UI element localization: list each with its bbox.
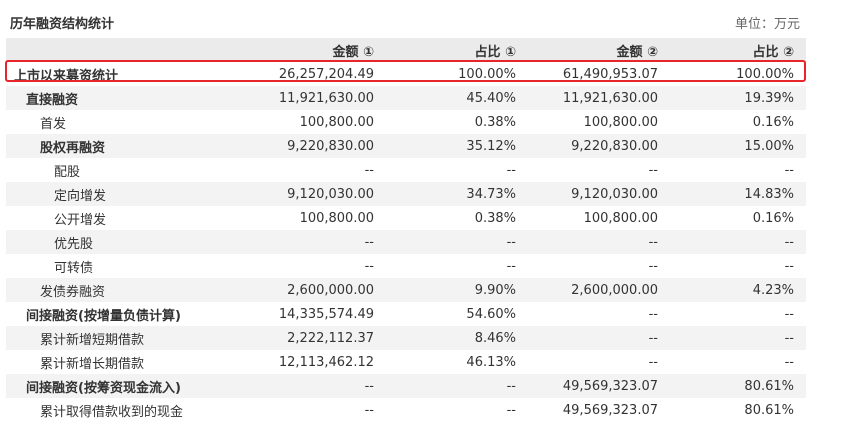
row-label: 直接融资 [26,92,79,108]
ratio-1-cell: 8.46% [474,330,516,346]
amount-1-cell: 9,120,030.00 [287,186,374,202]
amount-1-cell: 100,800.00 [299,210,374,226]
unit-label: 单位：万元 [734,17,800,32]
amount-2-cell: 49,569,323.07 [562,378,658,394]
row-label: 间接融资(按筹资现金流入) [26,380,181,396]
table-row-bond-financing: 发债券融资 2,600,000.00 9.90% 2,600,000.00 4.… [6,278,806,302]
row-label: 配股 [54,164,81,180]
ratio-1-cell: 34.73% [466,186,516,202]
ratio-1-cell: 35.12% [466,138,516,154]
amount-2-cell: -- [648,162,658,178]
ratio-1-cell: 45.40% [466,90,516,106]
amount-1-cell: 11,921,630.00 [278,90,374,106]
header-amount-2[interactable]: 金额 ② [516,41,658,60]
amount-2-cell: -- [648,330,658,346]
ratio-1-cell: 0.38% [474,210,516,226]
financing-structure-table: 金额 ① 占比 ① 金额 ② 占比 ② 上市以来募资统计 26,257,204.… [6,38,806,422]
page-title: 历年融资结构统计 [10,17,115,32]
ratio-2-cell: 19.39% [744,90,794,106]
amount-2-cell: 100,800.00 [583,114,658,130]
ratio-2-cell: 0.16% [752,210,794,226]
amount-1-cell: -- [364,234,374,250]
amount-2-cell: -- [648,354,658,370]
table-row-preferred-stock: 优先股 -- -- -- -- [6,230,806,254]
ratio-2-cell: -- [784,258,794,274]
ratio-2-cell: 80.61% [744,402,794,418]
row-label: 可转债 [54,260,94,276]
ratio-1-cell: 46.13% [466,354,516,370]
table-row-indirect-financing-debt: 间接融资(按增量负债计算) 14,335,574.49 54.60% -- -- [6,302,806,326]
table-row-total: 上市以来募资统计 26,257,204.49 100.00% 61,490,95… [6,62,806,86]
amount-2-cell: 9,220,830.00 [571,138,658,154]
row-label: 累计新增长期借款 [40,356,145,372]
amount-1-cell: -- [364,378,374,394]
table-row-convertible-bond: 可转债 -- -- -- -- [6,254,806,278]
amount-1-cell: -- [364,162,374,178]
header-amount-1[interactable]: 金额 ① [234,41,374,60]
ratio-2-cell: 80.61% [744,378,794,394]
ratio-1-cell: -- [506,258,516,274]
table-row-equity-refinancing: 股权再融资 9,220,830.00 35.12% 9,220,830.00 1… [6,134,806,158]
ratio-2-cell: 15.00% [744,138,794,154]
ratio-1-cell: -- [506,378,516,394]
amount-1-cell: 14,335,574.49 [278,306,374,322]
amount-2-cell: 11,921,630.00 [562,90,658,106]
amount-2-cell: 49,569,323.07 [562,402,658,418]
amount-2-cell: 100,800.00 [583,210,658,226]
amount-2-cell: 2,600,000.00 [571,282,658,298]
ratio-2-cell: 14.83% [744,186,794,202]
amount-1-cell: 100,800.00 [299,114,374,130]
amount-1-cell: -- [364,258,374,274]
row-label: 上市以来募资统计 [14,68,119,84]
table-row-rights-issue: 配股 -- -- -- -- [6,158,806,182]
ratio-1-cell: -- [506,234,516,250]
amount-2-cell: -- [648,306,658,322]
amount-2-cell: -- [648,234,658,250]
ratio-2-cell: -- [784,306,794,322]
table-row-ipo: 首发 100,800.00 0.38% 100,800.00 0.16% [6,110,806,134]
ratio-2-cell: 0.16% [752,114,794,130]
ratio-2-cell: 4.23% [752,282,794,298]
amount-1-cell: 9,220,830.00 [287,138,374,154]
row-label: 首发 [40,116,67,132]
row-label: 累计新增短期借款 [40,332,145,348]
ratio-1-cell: 100.00% [458,66,516,82]
ratio-1-cell: 0.38% [474,114,516,130]
row-label: 累计取得借款收到的现金 [40,404,184,420]
table-header-row: 金额 ① 占比 ① 金额 ② 占比 ② [6,38,806,62]
table-row-borrowing-cash: 累计取得借款收到的现金 -- -- 49,569,323.07 80.61% [6,398,806,422]
ratio-1-cell: -- [506,402,516,418]
row-label: 公开增发 [54,212,107,228]
header-ratio-1[interactable]: 占比 ① [374,41,516,60]
ratio-1-cell: -- [506,162,516,178]
ratio-2-cell: -- [784,234,794,250]
ratio-1-cell: 54.60% [466,306,516,322]
table-row-public-offering: 公开增发 100,800.00 0.38% 100,800.00 0.16% [6,206,806,230]
table-row-indirect-financing-cash: 间接融资(按筹资现金流入) -- -- 49,569,323.07 80.61% [6,374,806,398]
amount-1-cell: 2,222,112.37 [287,330,374,346]
ratio-2-cell: -- [784,354,794,370]
amount-1-cell: 26,257,204.49 [278,66,374,82]
amount-2-cell: -- [648,258,658,274]
table-row-direct-financing: 直接融资 11,921,630.00 45.40% 11,921,630.00 … [6,86,806,110]
ratio-2-cell: 100.00% [736,66,794,82]
ratio-1-cell: 9.90% [474,282,516,298]
header-ratio-2[interactable]: 占比 ② [658,41,802,60]
amount-1-cell: -- [364,402,374,418]
row-label: 间接融资(按增量负债计算) [26,308,181,324]
row-label: 优先股 [54,236,94,252]
amount-1-cell: 12,113,462.12 [278,354,374,370]
amount-2-cell: 9,120,030.00 [571,186,658,202]
ratio-2-cell: -- [784,162,794,178]
amount-1-cell: 2,600,000.00 [287,282,374,298]
amount-2-cell: 61,490,953.07 [562,66,658,82]
table-row-long-term-loans: 累计新增长期借款 12,113,462.12 46.13% -- -- [6,350,806,374]
row-label: 定向增发 [54,188,107,204]
table-row-private-placement: 定向增发 9,120,030.00 34.73% 9,120,030.00 14… [6,182,806,206]
row-label: 发债券融资 [40,284,106,300]
row-label: 股权再融资 [40,140,106,156]
table-row-short-term-loans: 累计新增短期借款 2,222,112.37 8.46% -- -- [6,326,806,350]
ratio-2-cell: -- [784,330,794,346]
